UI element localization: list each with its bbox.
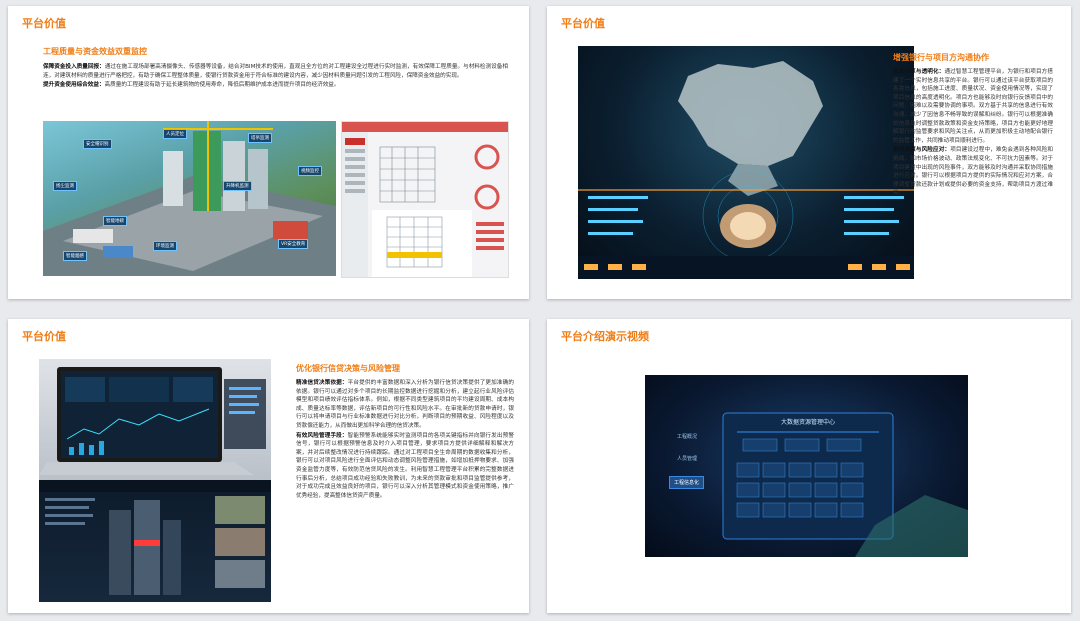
image-callout-label: 智能地磅 [103, 216, 127, 226]
image-callout-label: 扬尘监测 [53, 181, 77, 191]
image-callout-label: 升降机监测 [223, 181, 252, 191]
paragraph-label: 信息共享与透明化： [893, 69, 945, 75]
paragraph: 提升资金使用综合效益：高质量的工程建设有助于延长建筑物的使用寿命，降低后期维护成… [43, 81, 508, 90]
paragraph-label: 精准信贷决策依据： [296, 380, 348, 386]
image-callout-label: 智能烟感 [63, 251, 87, 261]
video-menu-item[interactable]: 工程概况 [677, 433, 697, 440]
paragraph-text: 智能预警系统能够实时监测项目的各项关键指标并向银行发出预警信号，银行可以根据预警… [296, 432, 514, 499]
paragraph-text: 通过在施工现场部署高清摄像头、传感器等设备，结合对BIM技术的使用，直观且全方位… [43, 64, 508, 79]
paragraph: 精准信贷决策依据：平台提供的丰富数据和深入分析为银行信贷决策提供了更加准确的依据… [296, 379, 514, 431]
paragraph-text: 项目建设过程中，难免会遇到各种风险和挑战，如市场价格波动、政策法规变化、不可抗力… [893, 147, 1053, 197]
slide-demo-video: 平台介绍演示视频 大数据资源管理中心 工程概况 人员管理 工程信息化 [547, 319, 1071, 613]
section-title: 优化银行信贷决策与风险管理 [296, 364, 400, 373]
slide-title: 平台价值 [22, 17, 66, 30]
image-callout-label: 塔吊监测 [248, 133, 272, 143]
bim-model-screenshot [341, 121, 509, 278]
paragraph-label: 保障资金投入质量回报： [43, 64, 105, 70]
paragraph-label: 协同决策与风险应对： [893, 147, 951, 154]
image-callout-label: 环境监测 [153, 241, 177, 251]
laptop-dashboard-image [39, 359, 271, 481]
demo-video-player[interactable]: 大数据资源管理中心 工程概况 人员管理 工程信息化 [645, 375, 968, 557]
image-callout-label: 安全帽识别 [83, 139, 112, 149]
video-menu-item[interactable]: 人员管理 [677, 455, 697, 462]
paragraph: 有效风险管理手段：智能预警系统能够实时监测项目的各项关键指标并向银行发出预警信号… [296, 432, 514, 501]
video-menu-item[interactable]: 工程信息化 [669, 476, 705, 489]
paragraph-label: 有效风险管理手段： [296, 432, 348, 439]
paragraph: 信息共享与透明化：通过智慧工程管理平台，为银行和项目方搭建了一个实时信息共享的平… [893, 68, 1053, 145]
section-title: 增强银行与项目方沟通协作 [893, 53, 989, 62]
slide-title: 平台价值 [561, 17, 605, 30]
digital-twin-building-image [39, 480, 271, 602]
dashboard-map-image [578, 46, 914, 279]
paragraph-text: 平台提供的丰富数据和深入分析为银行信贷决策提供了更加准确的依据。银行可以通过对多… [296, 380, 514, 429]
paragraph: 保障资金投入质量回报：通过在施工现场部署高清摄像头、传感器等设备，结合对BIM技… [43, 63, 508, 80]
slide-title: 平台价值 [22, 330, 66, 343]
paragraph-label: 提升资金使用综合效益： [43, 82, 105, 89]
paragraph: 协同决策与风险应对：项目建设过程中，难免会遇到各种风险和挑战，如市场价格波动、政… [893, 146, 1053, 198]
slide-quality-fund-monitoring: 平台价值 工程质量与资金效益双重监控 保障资金投入质量回报：通过在施工现场部署高… [8, 6, 529, 299]
paragraph-text: 高质量的工程建设有助于延长建筑物的使用寿命，降低后期维护成本进而提升项目的经济效… [104, 82, 340, 89]
image-callout-label: 视频监控 [298, 166, 322, 176]
slide-credit-risk-management: 平台价值 优化银行信贷决策与风险管理 精准信贷决策依据：平台提供的丰富数据和深入… [8, 319, 529, 613]
image-callout-label: VR安全教育 [278, 239, 309, 249]
image-callout-label: 人员定位 [163, 129, 187, 139]
slide-bank-project-collaboration: 平台价值 增强银行与项目方沟通协作 信息共享与透明化：通过智慧工程管理平台，为银… [547, 6, 1071, 299]
slide-title: 平台介绍演示视频 [561, 330, 649, 343]
construction-site-3d-image: 安全帽识别 人员定位 塔吊监测扬尘监测 视频监控智能地磅 升降机监测环境监测 VR安全教育… [43, 121, 336, 276]
video-screen-title: 大数据资源管理中心 [780, 419, 835, 426]
text-block: 信息共享与透明化：通过智慧工程管理平台，为银行和项目方搭建了一个实时信息共享的平… [893, 68, 1053, 199]
section-title: 工程质量与资金效益双重监控 [43, 47, 147, 56]
paragraph-text: 通过智慧工程管理平台，为银行和项目方搭建了一个实时信息共享的平台。银行可以通过该… [893, 69, 1053, 144]
text-block: 保障资金投入质量回报：通过在施工现场部署高清摄像头、传感器等设备，结合对BIM技… [43, 63, 508, 91]
text-block: 精准信贷决策依据：平台提供的丰富数据和深入分析为银行信贷决策提供了更加准确的依据… [296, 379, 514, 501]
